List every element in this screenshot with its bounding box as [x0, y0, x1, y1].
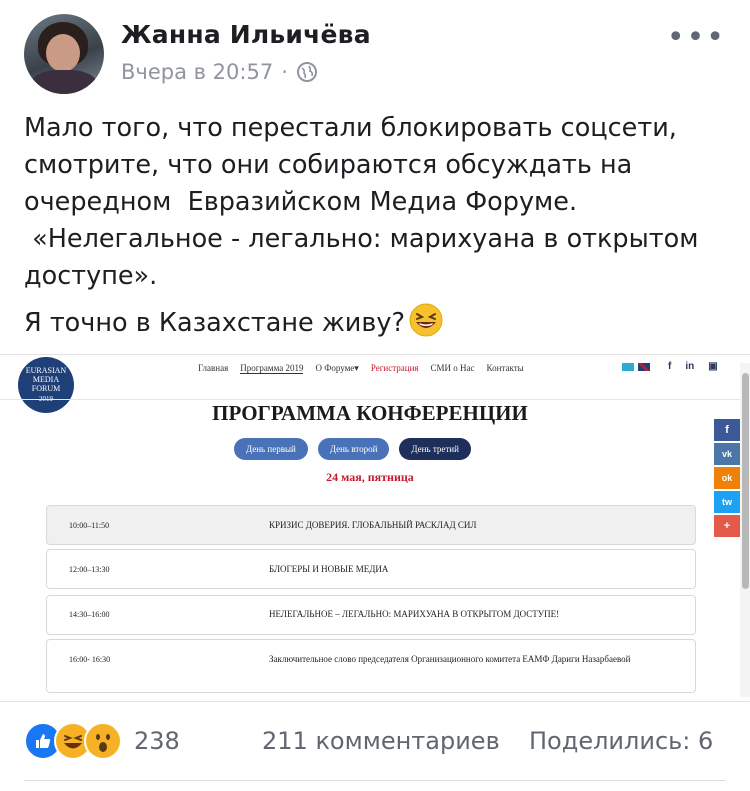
logo-line-3: FORUM: [31, 384, 61, 393]
site-scroll-thumb: [742, 373, 749, 589]
more-options-icon[interactable]: •••: [667, 23, 726, 53]
site-nav: Главная Программа 2019 О Форуме▾ Регистр…: [198, 363, 524, 374]
schedule-row: 12:00–13:30 БЛОГЕРЫ И НОВЫЕ МЕДИА: [46, 549, 696, 589]
post-header: Жанна Ильичёва Вчера в 20:57 · •••: [24, 14, 726, 98]
logo-line-2: MEDIA: [32, 375, 60, 384]
kz-flag-icon: [622, 363, 634, 371]
side-facebook-icon: f: [714, 419, 740, 441]
facebook-icon: f: [668, 361, 672, 372]
day-tabs: День первый День второй День третий: [234, 438, 471, 460]
meta-separator: ·: [281, 60, 288, 84]
schedule-time: 16:00- 16:30: [69, 655, 111, 664]
side-more-icon: +: [714, 515, 740, 537]
schedule-time: 12:00–13:30: [69, 565, 110, 574]
schedule-title: Заключительное слово председателя Органи…: [269, 654, 631, 664]
reactions-summary[interactable]: 238: [24, 722, 180, 760]
logo-line-1: EURASIAN: [25, 366, 67, 375]
tab-day-two: День второй: [317, 438, 390, 460]
schedule-title: БЛОГЕРЫ И НОВЫЕ МЕДИА: [269, 564, 389, 574]
post-time[interactable]: Вчера в 20:57: [121, 60, 273, 84]
linkedin-icon: in: [685, 361, 695, 372]
nav-press: СМИ о Нас: [430, 363, 475, 373]
schedule-row: 14:30–16:00 НЕЛЕГАЛЬНОЕ – ЛЕГАЛЬНО: МАРИ…: [46, 595, 696, 635]
nav-registration: Регистрация: [370, 363, 419, 373]
post-text-question: Я точно в Казахстане живу?: [24, 308, 406, 338]
site-social-top: f in ▣: [668, 361, 718, 372]
uk-flag-icon: [638, 363, 650, 371]
tab-day-three: День третий: [399, 438, 471, 460]
post-meta: Вчера в 20:57 ·: [121, 60, 318, 84]
side-vk-icon: vk: [714, 443, 740, 465]
author-name[interactable]: Жанна Ильичёва: [121, 20, 371, 49]
post-text-second: Я точно в Казахстане живу?: [24, 303, 726, 342]
nav-home: Главная: [198, 363, 229, 373]
wow-icon: [84, 722, 122, 760]
laughing-emoji-icon: [409, 303, 443, 337]
nav-about: О Форуме▾: [315, 363, 359, 373]
conference-title: ПРОГРАММА КОНФЕРЕНЦИИ: [212, 401, 528, 425]
language-flags: [622, 363, 650, 371]
side-social-bar: f vk ok tw +: [714, 419, 740, 537]
side-twitter-icon: tw: [714, 491, 740, 513]
author-avatar[interactable]: [24, 14, 104, 94]
highlighted-text: НЕЛЕГАЛЬНОЕ – ЛЕГАЛЬНО: МАРИХУАНА В ОТКР…: [269, 609, 560, 619]
footer-divider: [24, 780, 726, 781]
schedule-title: КРИЗИС ДОВЕРИЯ. ГЛОБАЛЬНЫЙ РАСКЛАД СИЛ: [269, 520, 477, 530]
post-text: Мало того, что перестали блокировать соц…: [24, 110, 726, 342]
attached-screenshot[interactable]: EURASIAN MEDIA FORUM 2019 Главная Програ…: [0, 354, 750, 702]
site-divider: [0, 399, 740, 400]
post-text-main: Мало того, что перестали блокировать соц…: [24, 113, 699, 291]
site-scrollbar: [740, 363, 750, 697]
schedule-time: 14:30–16:00: [69, 610, 110, 619]
shares-count[interactable]: Поделились: 6: [529, 727, 713, 755]
schedule-date: 24 мая, пятница: [326, 470, 414, 484]
nav-contacts: Контакты: [486, 363, 524, 373]
avatar-face: [46, 34, 80, 72]
schedule-row: 10:00–11:50 КРИЗИС ДОВЕРИЯ. ГЛОБАЛЬНЫЙ Р…: [46, 505, 696, 545]
nav-program: Программа 2019: [240, 363, 304, 374]
comments-count[interactable]: 211 комментариев: [262, 727, 500, 755]
schedule-row: 16:00- 16:30 Заключительное слово предсе…: [46, 639, 696, 693]
globe-icon[interactable]: [296, 61, 318, 83]
avatar-body: [30, 70, 98, 94]
tab-day-one: День первый: [234, 438, 308, 460]
schedule-title-highlighted: НЕЛЕГАЛЬНОЕ – ЛЕГАЛЬНО: МАРИХУАНА В ОТКР…: [269, 608, 559, 621]
reaction-count[interactable]: 238: [134, 727, 180, 755]
schedule-time: 10:00–11:50: [69, 521, 110, 530]
side-ok-icon: ok: [714, 467, 740, 489]
youtube-icon: ▣: [708, 361, 718, 372]
